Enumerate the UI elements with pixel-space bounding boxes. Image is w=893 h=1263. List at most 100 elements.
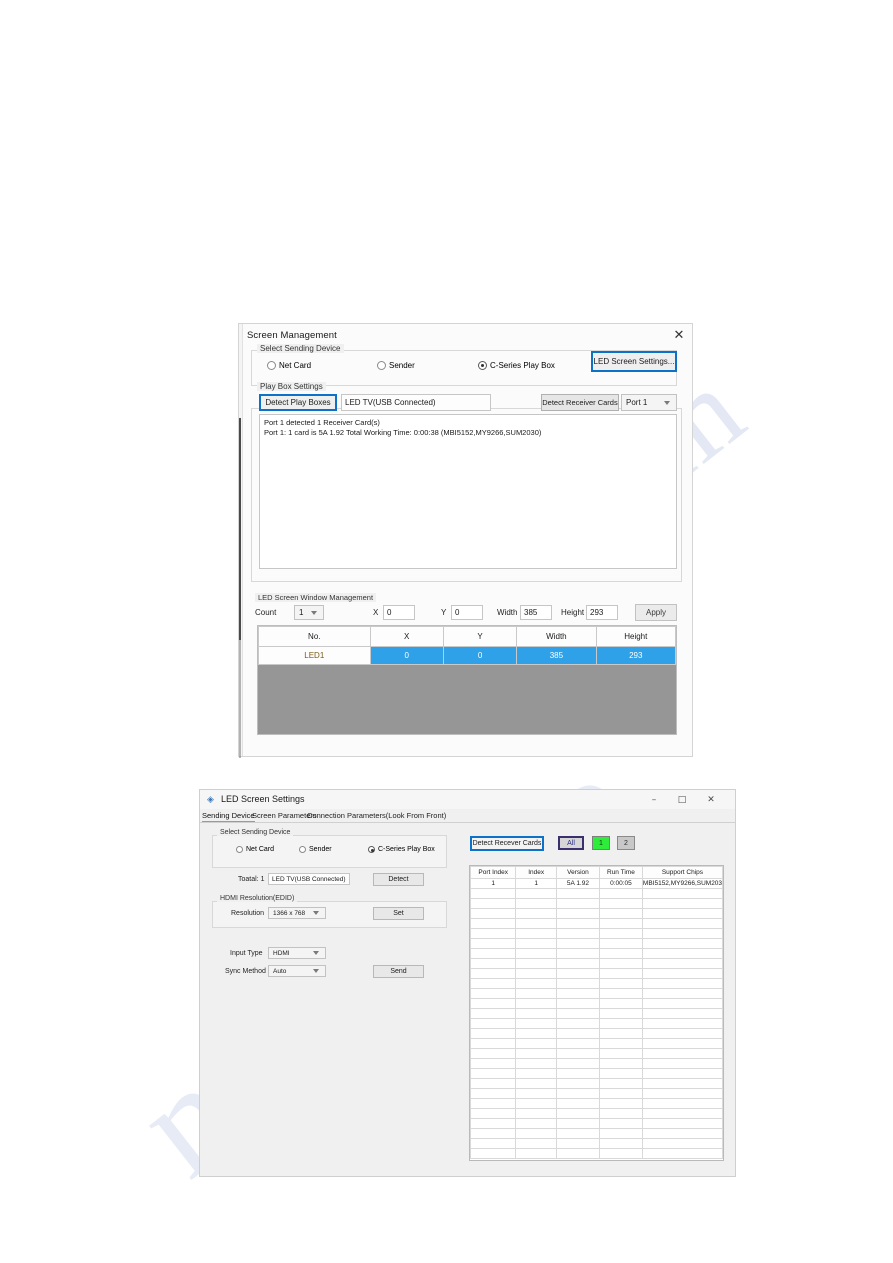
table-row-empty[interactable] <box>470 1008 723 1019</box>
table-row-empty[interactable] <box>470 918 723 929</box>
cell-empty <box>598 1148 643 1159</box>
table-row-empty[interactable] <box>470 968 723 979</box>
table-row-empty[interactable] <box>470 1108 723 1119</box>
cell-empty <box>555 1148 600 1159</box>
cell-empty <box>598 1078 643 1089</box>
led-screen-settings-button[interactable]: LED Screen Settings... <box>591 351 677 372</box>
radio-net-card-2[interactable]: Net Card <box>236 846 274 853</box>
table-row-empty[interactable] <box>470 1048 723 1059</box>
resolution-select[interactable]: 1366 x 768 <box>268 907 326 919</box>
window-management-label: LED Screen Window Management <box>255 593 377 602</box>
send-button[interactable]: Send <box>373 965 424 978</box>
height-label: Height <box>561 608 585 617</box>
tab-connection-parameters[interactable]: Connection Parameters(Look From Front) <box>307 809 446 822</box>
port-button-2[interactable]: 2 <box>617 836 635 850</box>
tab-strip: Sending Device Screen Parameters Connect… <box>200 809 735 823</box>
sync-method-label: Sync Method <box>225 968 266 975</box>
table-row-empty[interactable] <box>470 1038 723 1049</box>
cell-empty <box>555 998 600 1009</box>
table-row-empty[interactable] <box>470 988 723 999</box>
radio-label-c-series-2: C-Series Play Box <box>378 846 435 853</box>
table-row-empty[interactable] <box>470 1088 723 1099</box>
tab-sending-device[interactable]: Sending Device <box>202 809 255 822</box>
close-icon[interactable]: ✕ <box>672 328 686 342</box>
sync-method-select[interactable]: Auto <box>268 965 326 977</box>
detect-play-boxes-button[interactable]: Detect Play Boxes <box>259 394 337 411</box>
cell-empty <box>470 1088 517 1099</box>
cell-empty <box>641 1018 723 1029</box>
radio-sender[interactable]: Sender <box>377 361 415 370</box>
play-box-device-field[interactable]: LED TV(USB Connected) <box>341 394 491 411</box>
radio-c-series-play-box[interactable]: C-Series Play Box <box>478 361 555 370</box>
cell-empty <box>470 938 517 949</box>
table-row-empty[interactable] <box>470 1018 723 1029</box>
detect-receiver-cards-button-2[interactable]: Detect Recever Cards <box>470 836 544 851</box>
radio-sender-2[interactable]: Sender <box>299 846 332 853</box>
cell-index: 1 <box>515 878 557 889</box>
cell-empty <box>641 928 723 939</box>
cell-empty <box>641 1038 723 1049</box>
cell-empty <box>555 908 600 919</box>
cell-empty <box>555 898 600 909</box>
x-input[interactable]: 0 <box>383 605 415 620</box>
table-row-empty[interactable] <box>470 1028 723 1039</box>
col-width: Width <box>516 626 597 647</box>
radio-c-series-play-box-2[interactable]: C-Series Play Box <box>368 846 435 853</box>
width-input[interactable]: 385 <box>520 605 552 620</box>
table-row-empty[interactable] <box>470 1118 723 1129</box>
table-row-empty[interactable] <box>470 1148 723 1159</box>
cell-empty <box>555 1048 600 1059</box>
close-icon[interactable]: ✕ <box>700 792 722 807</box>
table-row-empty[interactable] <box>470 1138 723 1149</box>
port-button-1[interactable]: 1 <box>592 836 610 850</box>
count-select[interactable]: 1 <box>294 605 324 620</box>
table-row-empty[interactable] <box>470 938 723 949</box>
detect-button[interactable]: Detect <box>373 873 424 886</box>
table-row-empty[interactable] <box>470 898 723 909</box>
table-row[interactable]: 1 1 5A 1.92 0:00:05 MBI5152,MY9266,SUM20… <box>470 878 723 889</box>
cell-empty <box>641 968 723 979</box>
cell-empty <box>555 1138 600 1149</box>
table-row-empty[interactable] <box>470 1078 723 1089</box>
table-row-empty[interactable] <box>470 998 723 1009</box>
cell-empty <box>598 938 643 949</box>
radio-net-card[interactable]: Net Card <box>267 361 311 370</box>
cell-empty <box>470 988 517 999</box>
cell-empty <box>555 1118 600 1129</box>
maximize-icon[interactable]: □ <box>671 792 693 807</box>
radio-label-sender: Sender <box>389 361 415 370</box>
table-row-empty[interactable] <box>470 928 723 939</box>
port-button-all[interactable]: All <box>558 836 584 850</box>
led-screen-settings-window: ◈ LED Screen Settings – □ ✕ Sending Devi… <box>199 789 736 1177</box>
device-field-2[interactable]: LED TV(USB Connected) <box>268 873 350 885</box>
col-height: Height <box>595 626 677 647</box>
table-row-empty[interactable] <box>470 1058 723 1069</box>
apply-button[interactable]: Apply <box>635 604 677 621</box>
detect-receiver-cards-button[interactable]: Detect Receiver Cards <box>541 394 619 411</box>
play-box-settings-label: Play Box Settings <box>257 382 326 391</box>
input-type-select[interactable]: HDMI <box>268 947 326 959</box>
minimize-icon[interactable]: – <box>643 792 665 807</box>
table-row-empty[interactable] <box>470 958 723 969</box>
table-row-empty[interactable] <box>470 1068 723 1079</box>
receiver-cards-table-wrapper[interactable]: Port Index Index Version Run Time Suppor… <box>469 865 724 1161</box>
table-row-empty[interactable] <box>470 978 723 989</box>
cell-empty <box>515 1098 557 1109</box>
table-row-empty[interactable] <box>470 888 723 899</box>
port-select[interactable]: Port 1 <box>621 394 677 411</box>
set-button[interactable]: Set <box>373 907 424 920</box>
height-input[interactable]: 293 <box>586 605 618 620</box>
table-row-empty[interactable] <box>470 1128 723 1139</box>
cell-empty <box>641 1028 723 1039</box>
table-row[interactable]: LED1 0 0 385 293 <box>258 646 677 665</box>
cell-x: 0 <box>369 646 444 665</box>
y-input[interactable]: 0 <box>451 605 483 620</box>
cell-empty <box>555 928 600 939</box>
table-row-empty[interactable] <box>470 948 723 959</box>
table-row-empty[interactable] <box>470 908 723 919</box>
log-line-1: Port 1 detected 1 Receiver Card(s) <box>264 418 380 427</box>
table-row-empty[interactable] <box>470 1098 723 1109</box>
cell-empty <box>641 1118 723 1129</box>
chevron-down-icon <box>313 969 320 973</box>
chevron-down-icon <box>664 400 671 405</box>
